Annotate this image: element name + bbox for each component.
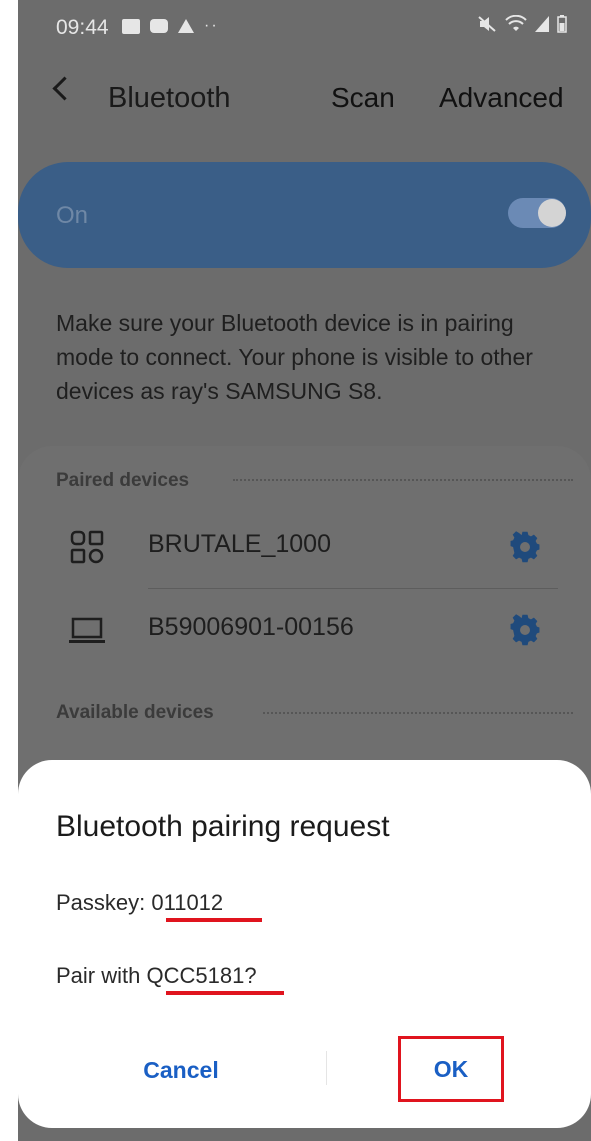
laptop-icon (69, 617, 105, 643)
pair-label: Pair with (56, 963, 147, 988)
scan-button[interactable]: Scan (331, 82, 395, 114)
back-icon[interactable] (52, 76, 77, 101)
section-divider (233, 479, 573, 481)
device-name: BRUTALE_1000 (148, 530, 331, 558)
battery-icon (557, 15, 567, 33)
mute-icon (478, 16, 496, 32)
row-divider (148, 588, 558, 589)
section-divider (263, 712, 573, 714)
bluetooth-toggle-row[interactable]: On (18, 162, 591, 268)
button-divider (326, 1051, 327, 1085)
generic-device-icon (70, 530, 104, 564)
paired-device-row[interactable]: B59006901-00156 (18, 591, 591, 671)
gallery-icon (122, 18, 140, 34)
dialog-title: Bluetooth pairing request (56, 810, 390, 843)
page-title: Bluetooth (108, 82, 231, 114)
pair-device-name: QCC5181 (146, 963, 245, 988)
switch-knob (538, 199, 566, 227)
passkey-label: Passkey: (56, 890, 152, 915)
device-name: B59006901-00156 (148, 613, 354, 641)
system-icons (477, 15, 567, 33)
bluetooth-switch[interactable] (508, 198, 566, 228)
signal-icon (535, 16, 549, 32)
passkey-line: Passkey: 011012 (56, 890, 223, 916)
available-devices-header: Available devices (56, 702, 214, 723)
gear-icon[interactable] (508, 530, 542, 564)
pairing-dialog: Bluetooth pairing request Passkey: 01101… (18, 760, 591, 1128)
toggle-label: On (56, 202, 89, 229)
gear-icon[interactable] (508, 613, 542, 647)
pair-suffix: ? (244, 963, 257, 988)
status-bar: 09:44 ·· (18, 0, 591, 42)
ok-button[interactable]: OK (398, 1036, 504, 1102)
phone-screen: 09:44 ·· Bluetooth Scan Advanced On Make… (18, 0, 591, 1141)
device-highlight-underline (166, 991, 284, 995)
passkey-value: 011012 (151, 890, 224, 915)
paired-devices-header: Paired devices (56, 470, 190, 491)
more-dots-icon: ·· (204, 17, 219, 34)
cancel-button[interactable]: Cancel (116, 1050, 246, 1090)
wifi-icon (505, 15, 527, 31)
status-time: 09:44 (56, 16, 109, 39)
youtube-icon (150, 19, 168, 33)
paired-device-row[interactable]: BRUTALE_1000 (18, 508, 591, 588)
passkey-highlight-underline (166, 918, 262, 922)
visibility-info-text: Make sure your Bluetooth device is in pa… (56, 310, 533, 404)
advanced-button[interactable]: Advanced (439, 82, 564, 114)
app-header: Bluetooth Scan Advanced (18, 70, 591, 126)
warning-icon (178, 19, 194, 33)
notification-icons: ·· (122, 17, 219, 35)
pair-question: Pair with QCC5181? (56, 963, 257, 989)
